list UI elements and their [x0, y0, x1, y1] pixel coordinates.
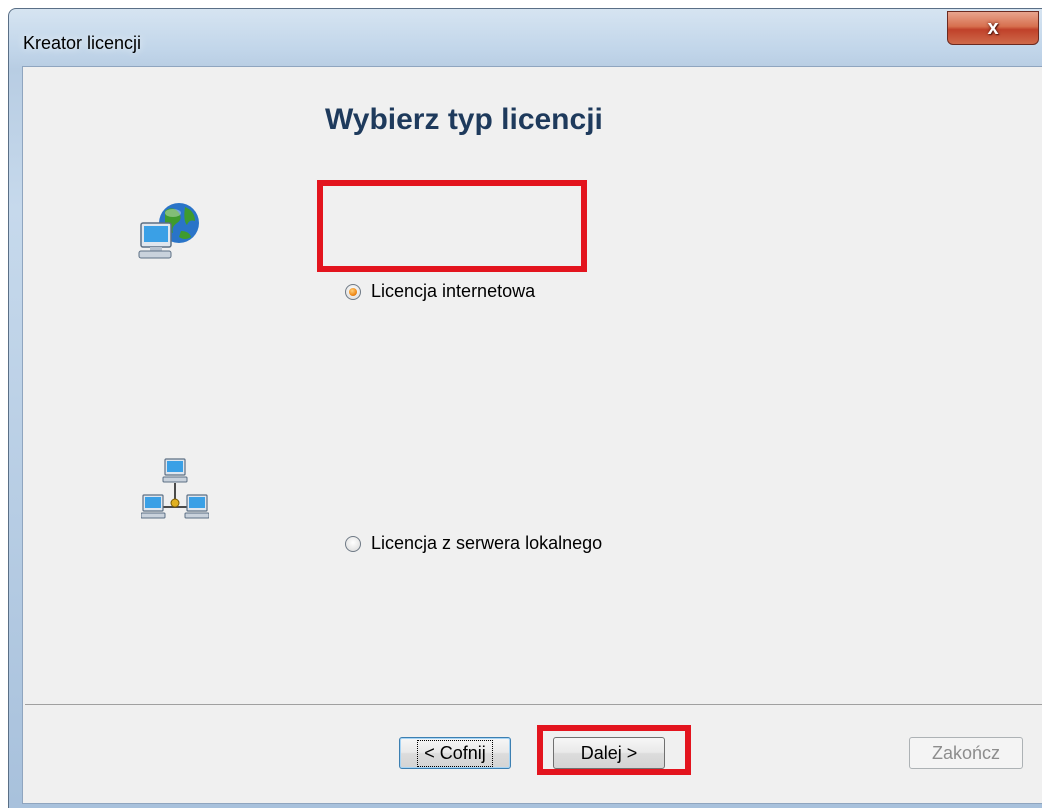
radio-button-local-server[interactable] [345, 535, 361, 552]
back-button[interactable]: < Cofnij [399, 737, 511, 769]
page-title: Wybierz typ licencji [325, 103, 603, 136]
title-bar[interactable]: Kreator licencji x [9, 9, 1042, 73]
client-area: Wybierz typ licencji Licencja internetow… [22, 66, 1042, 804]
back-button-label: < Cofnij [417, 739, 493, 767]
radio-internet-license[interactable]: Licencja internetowa [345, 281, 535, 302]
next-button[interactable]: Dalej > [553, 737, 665, 769]
wizard-window: Kreator licencji x Wybierz typ licencji [8, 8, 1042, 808]
local-network-icon [141, 458, 209, 519]
finish-button-label: Zakończ [931, 742, 1001, 763]
content-panel: Wybierz typ licencji Licencja internetow… [25, 69, 1042, 705]
window-title: Kreator licencji [23, 33, 142, 53]
radio-label-local-server: Licencja z serwera lokalnego [371, 533, 603, 553]
finish-button[interactable]: Zakończ [909, 737, 1023, 769]
radio-button-internet[interactable] [345, 283, 361, 300]
radio-local-server-license[interactable]: Licencja z serwera lokalnego [345, 533, 602, 554]
internet-network-icon [138, 203, 199, 259]
next-button-label: Dalej > [580, 742, 638, 763]
radio-label-internet: Licencja internetowa [371, 281, 536, 301]
close-button[interactable]: x [947, 11, 1039, 45]
close-icon: x [987, 16, 999, 39]
